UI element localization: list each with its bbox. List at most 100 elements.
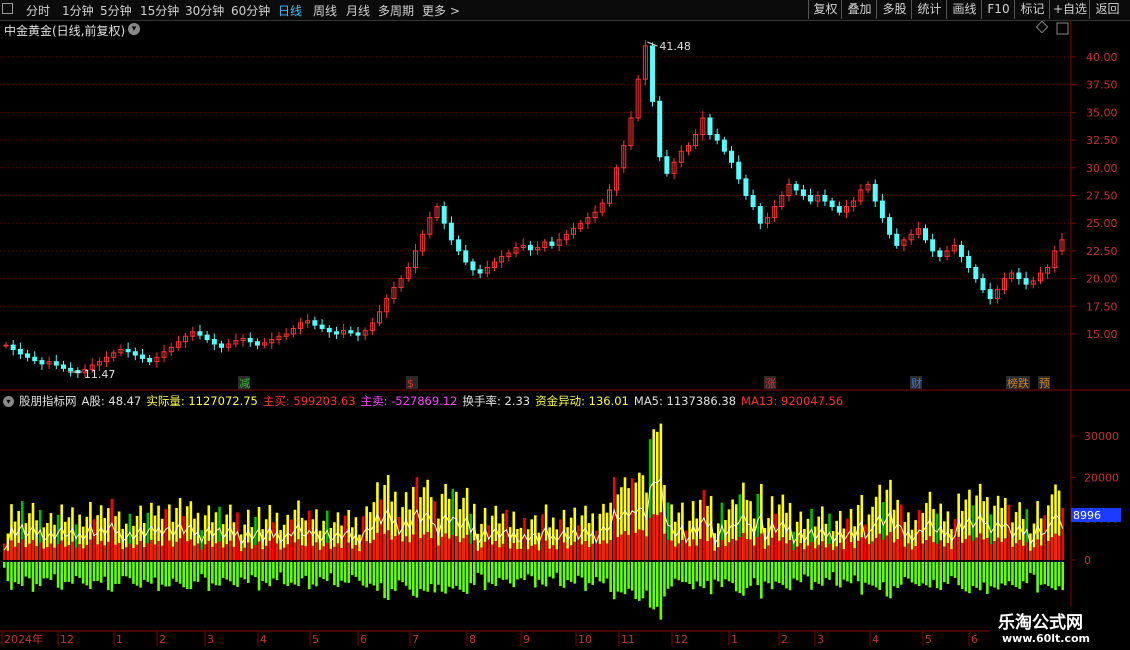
buy-bar-48 [175, 541, 178, 560]
kline-chart[interactable]: 40.00 37.50 35.00 32.50 30.00 27.50 25.00 22.50… [0, 0, 1130, 650]
candle-body-136 [980, 278, 986, 291]
buy-bar-94 [340, 547, 343, 560]
buy-bar-193 [695, 545, 699, 560]
buy-bar-81 [293, 542, 297, 560]
buy-bar-151 [544, 540, 548, 560]
vol-tick-label-1: 20000 [1084, 471, 1119, 484]
buy-bar-205 [738, 537, 742, 560]
buy-bar-22 [81, 548, 85, 560]
indicator-value-6: MA5: 1137386.38 [633, 394, 737, 408]
indicator-name[interactable]: 股朋指标网 [19, 394, 77, 408]
buy-bar-56 [203, 544, 207, 560]
sell-bar-54 [196, 562, 200, 582]
buy-bar-90 [325, 542, 329, 560]
sell-bar-243 [874, 562, 878, 588]
sell-bar-236 [849, 562, 853, 584]
diamond-icon [1035, 20, 1049, 34]
sell-bar-87 [315, 562, 318, 587]
buy-bar-85 [307, 542, 311, 560]
time-tick-label-0: 2024年 [4, 632, 43, 646]
indicator-value-3: 主卖: -527869.12 [360, 394, 458, 408]
candle-body-103 [743, 178, 749, 197]
sell-bar-295 [1061, 562, 1064, 591]
sell-bar-159 [573, 562, 577, 584]
time-tick-label-9: 8 [469, 633, 476, 646]
buy-bar-99 [358, 551, 361, 560]
time-tick-label-15: 2 [781, 633, 788, 646]
buy-bar-31 [114, 544, 117, 560]
sell-bar-36 [132, 562, 135, 584]
buy-bar-252 [907, 543, 910, 560]
buy-bar-245 [882, 539, 885, 560]
buy-bar-181 [652, 514, 655, 560]
sell-bar-195 [702, 562, 706, 589]
sell-bar-122 [440, 562, 444, 592]
sell-bar-181 [652, 562, 655, 610]
candle-body-98 [707, 117, 713, 136]
sell-bar-261 [939, 562, 943, 590]
candle-body-104 [750, 195, 756, 208]
sell-bar-173 [623, 562, 627, 595]
sell-bar-3 [13, 562, 17, 583]
sell-bar-294 [1057, 562, 1061, 587]
sell-bar-263 [946, 562, 950, 584]
buy-bar-73 [264, 545, 268, 560]
buy-bar-263 [946, 542, 950, 560]
price-tick-label-0: 40.00 [1086, 51, 1118, 64]
buy-bar-59 [214, 543, 218, 560]
sell-bar-183 [659, 562, 663, 620]
buy-bar-79 [286, 544, 290, 560]
sell-bar-214 [770, 562, 774, 590]
candle-body-64 [463, 250, 469, 263]
buy-bar-270 [971, 540, 975, 560]
sell-bar-251 [903, 562, 907, 577]
buy-bar-153 [551, 545, 555, 560]
event-marker-0: 减 [239, 377, 250, 390]
buy-bar-146 [526, 549, 530, 560]
candle-body-28 [204, 334, 210, 341]
sell-bar-26 [96, 562, 99, 581]
sell-bar-229 [824, 562, 828, 578]
buy-bar-163 [587, 547, 591, 560]
sell-bar-49 [178, 562, 182, 584]
buy-bar-234 [842, 548, 846, 560]
event-marker-5: 预 [1039, 377, 1050, 390]
time-tick-label-8: 7 [412, 633, 419, 646]
buy-bar-226 [813, 548, 817, 560]
sell-bar-57 [207, 562, 211, 592]
candle-body-90 [650, 45, 656, 102]
price-tick-label-8: 20.00 [1086, 273, 1118, 286]
buy-bar-148 [534, 544, 537, 560]
chevron-down-icon[interactable]: ▾ [3, 396, 14, 407]
buy-bar-254 [914, 546, 917, 560]
buy-bar-134 [483, 541, 487, 560]
buy-bar-152 [548, 548, 551, 560]
sell-bar-104 [376, 562, 379, 591]
buy-bar-89 [322, 546, 325, 560]
buy-bar-219 [788, 540, 792, 560]
sell-bar-65 [236, 562, 239, 587]
sell-bar-85 [307, 562, 311, 590]
buy-bar-284 [1021, 545, 1025, 560]
sell-bar-142 [512, 562, 516, 588]
candle-body-100 [721, 139, 727, 152]
buy-bar-180 [648, 517, 652, 560]
candle-body-48 [348, 330, 354, 334]
candle-body-99 [714, 134, 720, 141]
sell-bar-234 [842, 562, 846, 580]
sell-bar-287 [1032, 562, 1036, 575]
time-tick-label-6: 5 [312, 633, 319, 646]
buy-bar-256 [921, 543, 925, 560]
sell-bar-244 [878, 562, 882, 590]
sell-bar-175 [630, 562, 634, 591]
event-marker-2: 涨 [765, 377, 776, 390]
buy-bar-283 [1018, 539, 1021, 560]
price-tick-label-10: 15.00 [1086, 328, 1118, 341]
sell-bar-47 [171, 562, 175, 579]
sell-bar-252 [907, 562, 910, 579]
buy-bar-183 [659, 512, 663, 560]
sell-bar-172 [620, 562, 623, 593]
sell-bar-25 [92, 562, 96, 582]
buy-bar-230 [828, 543, 831, 560]
sell-bar-197 [709, 562, 713, 595]
